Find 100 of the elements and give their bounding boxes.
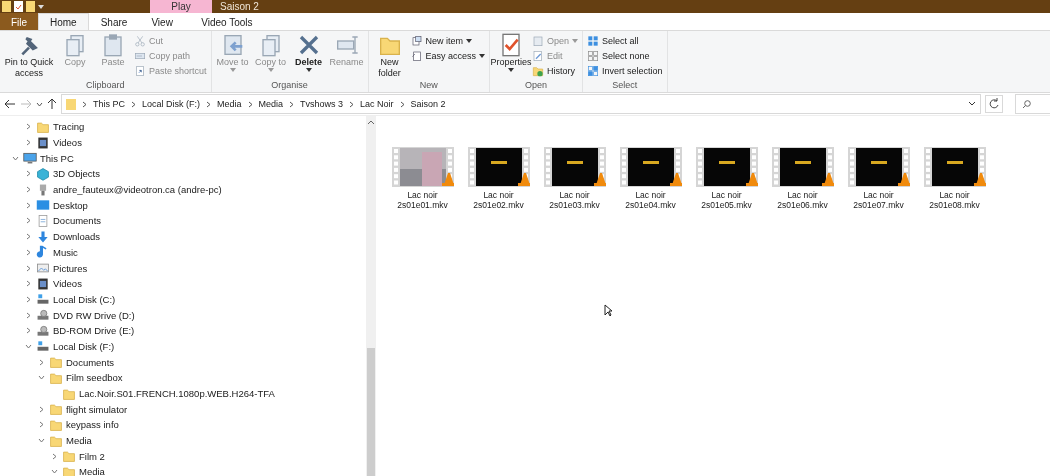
breadcrumb[interactable]: Media — [217, 99, 242, 109]
video-file[interactable]: Lac noir 2s01e05.mkv — [695, 147, 758, 210]
ribbon-button[interactable]: Select all — [587, 34, 663, 47]
video-file[interactable]: Lac noir 2s01e06.mkv — [771, 147, 834, 210]
breadcrumb-separator-icon[interactable] — [82, 100, 87, 108]
folder-icon — [62, 464, 76, 476]
select-none-icon — [587, 49, 600, 62]
tree-item-label[interactable]: Documents — [66, 356, 115, 368]
breadcrumb-separator-icon[interactable] — [206, 100, 212, 108]
tree-item-label[interactable]: Film 2 — [79, 450, 105, 462]
video-file[interactable]: Lac noir 2s01e07.mkv — [847, 147, 910, 210]
breadcrumb-separator-icon[interactable] — [131, 100, 136, 108]
tree-item-label[interactable]: flight simulator — [66, 403, 128, 415]
tree-item-label[interactable]: keypass info — [66, 419, 119, 431]
ribbon-button[interactable]: New item — [410, 34, 486, 47]
breadcrumb[interactable]: Local Disk (F:) — [142, 99, 201, 109]
videos-icon — [36, 135, 50, 150]
breadcrumb[interactable]: This PC — [93, 99, 125, 109]
video-file[interactable]: Lac noir 2s01e03.mkv — [543, 147, 606, 210]
video-thumbnail — [391, 147, 454, 187]
video-file[interactable]: Lac noir 2s01e02.mkv — [467, 147, 530, 210]
chevron-down-icon[interactable] — [37, 374, 45, 382]
breadcrumb-separator-icon[interactable] — [349, 100, 355, 108]
tree-item-label[interactable]: This PC — [40, 152, 74, 164]
properties-icon[interactable] — [14, 1, 23, 12]
breadcrumb[interactable]: Tvshows 3 — [300, 99, 344, 109]
tree-item-label[interactable]: Videos — [53, 137, 82, 149]
ribbon-group-label: Select — [611, 80, 639, 92]
search-field[interactable] — [1015, 94, 1050, 114]
forward-arrow-icon[interactable] — [20, 99, 32, 109]
chevron-down-icon[interactable] — [24, 342, 32, 350]
tree-item-label[interactable]: Documents — [53, 215, 102, 227]
ribbon-button[interactable]: Delete — [291, 33, 326, 80]
tree-item-label[interactable]: Music — [53, 246, 78, 258]
caret-icon[interactable] — [38, 4, 44, 9]
clipboard-icon — [101, 33, 125, 57]
tree-item-label[interactable]: Lac.Noir.S01.FRENCH.1080p.WEB.H264-TFA — [79, 388, 275, 400]
tree-item-label[interactable]: Local Disk (C:) — [53, 293, 116, 305]
folder-icon — [49, 417, 63, 432]
video-file[interactable]: Lac noir 2s01e04.mkv — [619, 147, 682, 210]
file-name: Lac noir 2s01e08.mkv — [928, 190, 981, 210]
breadcrumb[interactable]: Lac Noir — [360, 99, 394, 109]
video-title-card-thumbnail — [467, 147, 530, 187]
tree-item-label[interactable]: BD-ROM Drive (E:) — [53, 325, 135, 337]
ribbon-button[interactable]: Select none — [587, 49, 663, 62]
folder-icon — [62, 386, 76, 401]
tree-item-label[interactable]: Local Disk (F:) — [53, 340, 115, 352]
file-name: Lac noir 2s01e05.mkv — [700, 190, 753, 210]
invert-selection-icon — [587, 64, 600, 77]
up-arrow-icon[interactable] — [47, 98, 57, 110]
folder-icon — [36, 119, 50, 134]
tree-item-label[interactable]: Media — [66, 435, 92, 447]
desktop-icon — [36, 198, 50, 213]
chevron-right-icon[interactable] — [37, 358, 45, 366]
video-file[interactable]: Lac noir 2s01e01.mkv — [391, 147, 454, 210]
ribbon-button[interactable]: History — [532, 64, 579, 77]
scrollbar-track[interactable] — [366, 116, 376, 476]
history-icon — [532, 64, 545, 77]
ribbon-button[interactable]: New folder — [372, 33, 407, 80]
video-title-card-thumbnail — [923, 147, 986, 187]
document-icon — [36, 213, 50, 228]
back-arrow-icon[interactable] — [4, 99, 16, 109]
breadcrumb-separator-icon[interactable] — [399, 100, 405, 108]
address-bar[interactable]: This PC Local Disk (F:) Media Media Tvshows 3 Lac Noir Saison 2 — [61, 94, 981, 114]
tree-item-label[interactable]: Tracing — [53, 121, 85, 133]
recent-locations-caret-icon[interactable] — [36, 100, 43, 108]
breadcrumb-separator-icon[interactable] — [247, 100, 253, 108]
ribbon-button[interactable]: Easy access — [410, 49, 486, 62]
ribbon-button[interactable]: Pin to Quick access — [4, 33, 54, 80]
chevron-down-icon[interactable] — [37, 437, 45, 445]
scrollbar-thumb[interactable] — [367, 348, 375, 476]
dropdown-caret-icon[interactable] — [968, 101, 976, 107]
tree-item-label[interactable]: Film seedbox — [66, 372, 123, 384]
chevron-right-icon[interactable] — [50, 452, 58, 460]
ribbon-button[interactable]: Invert selection — [587, 64, 663, 77]
tree-item-label[interactable]: Media — [79, 466, 105, 476]
tree-item-label[interactable]: Desktop — [53, 199, 88, 211]
open-icon — [532, 34, 545, 47]
video-title-card-thumbnail — [543, 147, 606, 187]
tree-item-label[interactable]: andre_fauteux@videotron.ca (andre-pc) — [53, 184, 222, 196]
chevron-down-icon[interactable] — [11, 154, 19, 162]
chevron-down-icon[interactable] — [50, 468, 58, 476]
ribbon-tab[interactable]: Home — [38, 13, 89, 30]
tree-item-label[interactable]: Videos — [53, 278, 82, 290]
tree-item-label[interactable]: 3D Objects — [53, 168, 100, 180]
refresh-icon[interactable] — [985, 95, 1003, 113]
file-name: Lac noir 2s01e02.mkv — [472, 190, 525, 210]
breadcrumb[interactable]: Saison 2 — [410, 99, 446, 109]
breadcrumb[interactable]: Media — [258, 99, 284, 109]
video-file[interactable]: Lac noir 2s01e08.mkv — [923, 147, 986, 210]
disc-drive-icon — [36, 308, 50, 323]
file-name: Lac noir 2s01e03.mkv — [548, 190, 601, 210]
tree-item-label[interactable]: DVD RW Drive (D:) — [53, 309, 135, 321]
tree-item-label[interactable]: Pictures — [53, 262, 88, 274]
folder-icon — [49, 433, 63, 448]
scissors-icon — [134, 34, 146, 47]
file-menu-tab[interactable]: File — [0, 13, 38, 30]
tree-item-label[interactable]: Downloads — [53, 231, 100, 243]
breadcrumb-separator-icon[interactable] — [289, 100, 295, 108]
mouse-pointer-icon — [604, 304, 613, 317]
